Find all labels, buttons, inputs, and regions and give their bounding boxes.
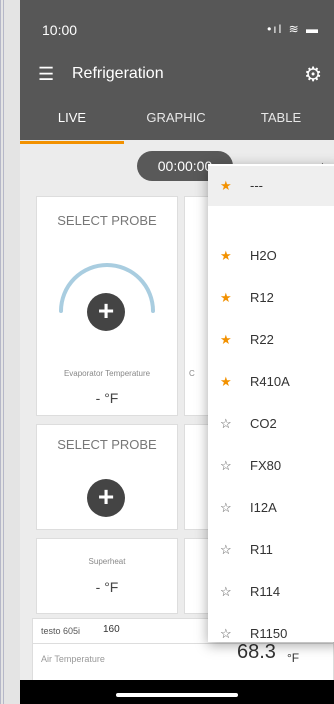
home-bar-area	[20, 680, 334, 704]
status-icons: •ıl ≋ ▬	[267, 22, 320, 36]
dropdown-item[interactable]: ☆ R1150	[208, 614, 334, 642]
dropdown-item[interactable]: ★ ---	[208, 166, 334, 206]
dropdown-item-label: I12A	[250, 500, 277, 515]
gear-icon[interactable]: ⚙	[304, 62, 322, 87]
phone-screen: 10:00 •ıl ≋ ▬ ☰ Refrigeration ⚙ LIVE GRA…	[20, 0, 334, 704]
dropdown-item[interactable]: ★ H2O	[208, 236, 334, 276]
app-bar: ☰ Refrigeration ⚙	[20, 52, 334, 96]
star-outline-icon[interactable]: ☆	[220, 542, 232, 558]
star-filled-icon[interactable]: ★	[220, 332, 232, 348]
add-probe-icon[interactable]: +	[87, 479, 125, 517]
star-filled-icon[interactable]: ★	[220, 178, 232, 194]
dropdown-item[interactable]: ☆ FX80	[208, 446, 334, 486]
star-outline-icon[interactable]: ☆	[220, 584, 232, 600]
tab-bar: LIVE GRAPHIC TABLE	[20, 96, 334, 140]
star-filled-icon[interactable]: ★	[220, 290, 232, 306]
dropdown-item-label: R114	[250, 584, 281, 599]
status-time: 10:00	[42, 22, 78, 38]
dropdown-item[interactable]: ☆ I12A	[208, 488, 334, 528]
dropdown-item[interactable]: ☆ R114	[208, 572, 334, 612]
star-filled-icon[interactable]: ★	[220, 374, 232, 390]
probe-name: testo 605i	[41, 626, 81, 636]
dropdown-item-label: R12	[250, 290, 274, 305]
left-border-inner	[3, 0, 4, 704]
dropdown-item-label: FX80	[250, 458, 282, 473]
hamburger-menu-icon[interactable]: ☰	[38, 64, 54, 85]
active-tab-indicator	[20, 141, 124, 144]
air-temperature-unit: °F	[287, 651, 300, 665]
card-title: SELECT PROBE	[57, 213, 157, 228]
measurement-label: Evaporator Temperature	[63, 369, 151, 378]
dropdown-item-label: R22	[250, 332, 274, 347]
star-outline-icon[interactable]: ☆	[220, 416, 232, 432]
home-indicator[interactable]	[116, 693, 238, 697]
app-title: Refrigeration	[72, 65, 164, 82]
dropdown-item[interactable]: ★ R22	[208, 320, 334, 360]
dropdown-item-label: H2O	[250, 248, 277, 263]
dropdown-item[interactable]: ☆ CO2	[208, 404, 334, 444]
air-temperature-label: Air Temperature	[41, 654, 105, 664]
probe-number: 160	[103, 624, 120, 635]
probe-card-superheat[interactable]: Superheat - °F	[36, 538, 178, 614]
dropdown-item[interactable]: ★ R12	[208, 278, 334, 318]
dropdown-item-label: R11	[250, 542, 273, 557]
dropdown-item-label: R410A	[250, 374, 290, 389]
tab-table[interactable]: TABLE	[228, 96, 334, 140]
refrigerant-dropdown: ★ --- ★ H2O ★ R12 ★ R22 ★ R410A ☆ CO2 ☆ …	[208, 164, 334, 642]
measurement-value: - °F	[95, 390, 119, 406]
dropdown-item[interactable]: ★ R410A	[208, 362, 334, 402]
tab-graphic[interactable]: GRAPHIC	[124, 96, 228, 140]
card-title: SELECT PROBE	[57, 437, 157, 452]
measurement-label: Superheat	[88, 557, 126, 566]
star-outline-icon[interactable]: ☆	[220, 458, 232, 474]
add-probe-icon[interactable]: +	[87, 293, 125, 331]
star-filled-icon[interactable]: ★	[220, 248, 232, 264]
dropdown-item-label: CO2	[250, 416, 277, 431]
status-bar: 10:00 •ıl ≋ ▬	[20, 0, 334, 52]
divider	[33, 643, 333, 644]
dropdown-item-label: R1150	[250, 626, 288, 641]
probe-card-evaporator[interactable]: SELECT PROBE + Evaporator Temperature - …	[36, 196, 178, 416]
probe-card-select[interactable]: SELECT PROBE +	[36, 424, 178, 530]
tab-live[interactable]: LIVE	[20, 96, 124, 140]
air-temperature-value: 68.3	[237, 641, 276, 663]
star-outline-icon[interactable]: ☆	[220, 626, 232, 642]
measurement-value: - °F	[95, 579, 119, 595]
dropdown-item[interactable]: ☆ R11	[208, 530, 334, 570]
star-outline-icon[interactable]: ☆	[220, 500, 232, 516]
dropdown-item-label: ---	[250, 178, 263, 193]
left-border	[0, 0, 1, 704]
